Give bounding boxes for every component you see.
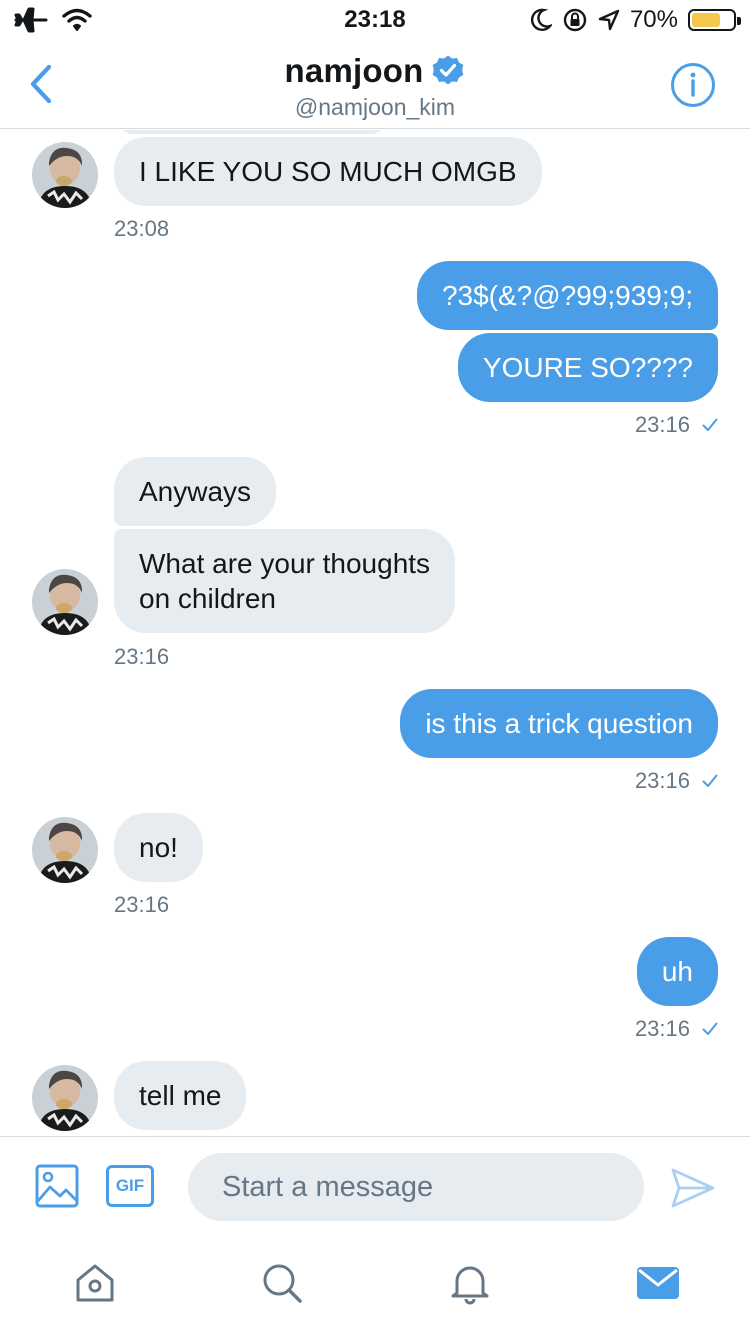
message-bubble[interactable]: ?3$(&?@?99;939;9; [416,261,718,330]
avatar[interactable] [32,569,98,635]
home-icon [76,1264,114,1302]
message-bubble[interactable]: What are your thoughts on children [114,529,456,633]
verified-badge-icon [433,55,464,85]
message-bubble[interactable]: uh [636,937,718,1006]
rotation-lock-icon [563,8,587,32]
message-bubble[interactable]: YOURE SO???? [457,333,718,402]
timestamp-text: 23:16 [634,1016,690,1041]
tab-search[interactable] [257,1258,307,1308]
tab-messages[interactable] [633,1258,683,1308]
search-icon [263,1264,302,1303]
timestamp-text: 23:16 [634,768,690,793]
battery-icon [688,9,741,31]
tab-bar [0,1240,750,1334]
battery-percent: 70% [629,6,678,33]
status-bar: 23:18 70% [0,0,750,40]
moon-icon [530,8,552,31]
location-icon [598,9,620,31]
message-input[interactable] [188,1153,644,1221]
conversation-header: namjoon @namjoon_kim [0,40,750,129]
contact-name[interactable]: namjoon [285,52,424,90]
check-icon [702,1022,718,1035]
message-timestamp: 23:08 [114,216,170,241]
message-timestamp: 23:16 [635,1016,718,1042]
check-icon [702,774,718,787]
messages-icon [637,1267,679,1299]
info-icon[interactable] [670,62,716,108]
message-bubble[interactable]: tell me [114,1061,247,1130]
message-timestamp: 23:16 [635,768,718,794]
message-list[interactable]: I LIKE YOU SO MUCH OMGB 23:08 ?3$(&?@?99… [0,130,750,1136]
check-icon [702,418,718,431]
notifications-icon [451,1266,489,1305]
message-bubble[interactable]: Anyways [114,457,277,526]
gif-button[interactable]: GIF [106,1165,154,1207]
send-icon[interactable] [670,1167,716,1209]
message-timestamp: 23:16 [114,644,170,669]
avatar[interactable] [32,817,98,883]
avatar[interactable] [32,1065,98,1131]
header-title[interactable]: namjoon [0,52,750,90]
message-bubble[interactable]: is this a trick question [400,689,718,758]
message-bubble[interactable]: I LIKE YOU SO MUCH OMGB [114,137,542,206]
message-bubble[interactable]: no! [114,813,203,882]
tab-notifications[interactable] [445,1258,495,1308]
previous-message-bubble[interactable] [114,130,390,134]
avatar[interactable] [32,142,98,208]
message-timestamp: 23:16 [114,892,170,917]
timestamp-text: 23:16 [634,412,690,437]
message-composer: GIF [0,1136,750,1240]
image-icon[interactable] [34,1163,80,1209]
message-timestamp: 23:16 [635,412,718,438]
contact-handle: @namjoon_kim [294,94,456,120]
tab-home[interactable] [70,1258,120,1308]
